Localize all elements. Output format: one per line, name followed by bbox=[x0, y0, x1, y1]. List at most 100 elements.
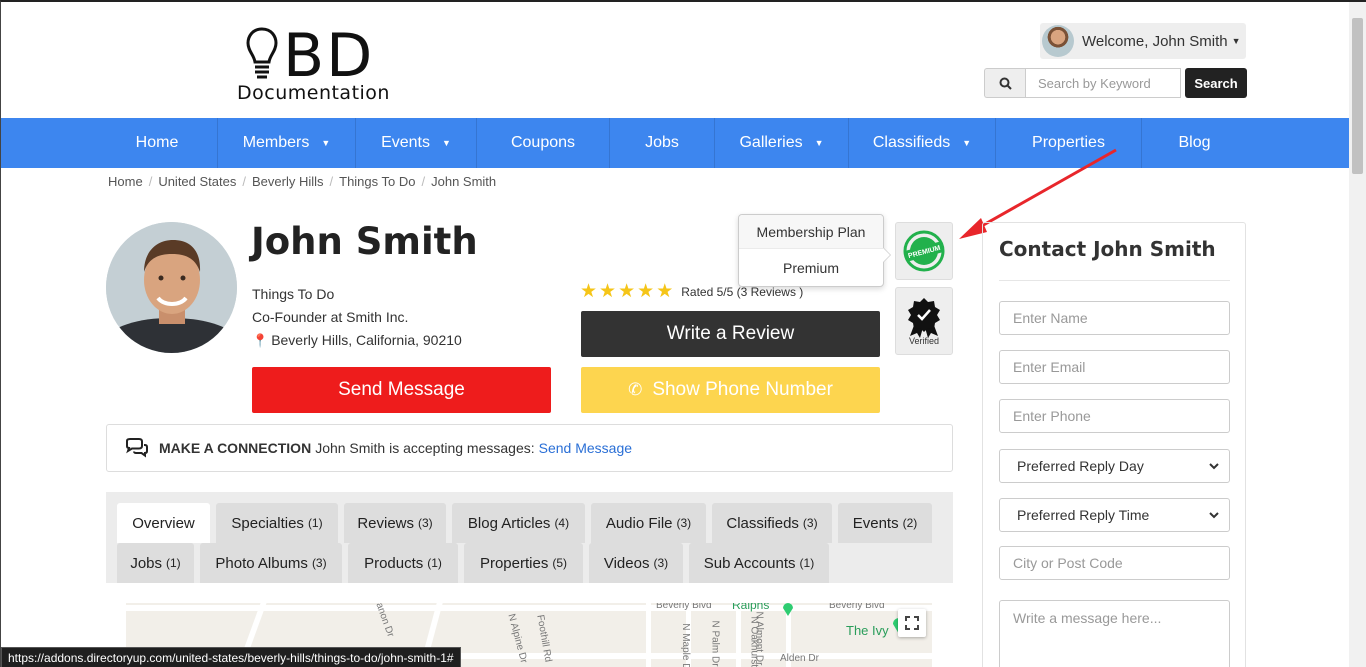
map-marker-icon bbox=[783, 603, 793, 616]
tab-audio-file[interactable]: Audio File (3) bbox=[591, 503, 706, 543]
scrollbar-thumb[interactable] bbox=[1352, 18, 1363, 174]
award-ribbon-icon bbox=[908, 298, 940, 338]
welcome-text: Welcome, John Smith bbox=[1082, 32, 1228, 50]
dropdown-arrow-icon: ▼ bbox=[962, 138, 972, 148]
map-road bbox=[736, 603, 741, 667]
tab-count: (3) bbox=[418, 516, 433, 530]
show-phone-label: Show Phone Number bbox=[652, 379, 833, 400]
tab-specialties[interactable]: Specialties (1) bbox=[216, 503, 338, 543]
nav-jobs[interactable]: Jobs bbox=[610, 118, 715, 168]
verified-badge[interactable]: Verified bbox=[895, 287, 953, 355]
tab-label: Blog Articles bbox=[467, 514, 551, 532]
nav-galleries[interactable]: Galleries ▼ bbox=[715, 118, 849, 168]
message-textarea[interactable]: Write a message here... bbox=[999, 600, 1230, 667]
connection-send-message-link[interactable]: Send Message bbox=[539, 440, 632, 456]
fullscreen-icon[interactable] bbox=[898, 609, 926, 637]
search-input[interactable]: Search by Keyword bbox=[1025, 68, 1181, 98]
tab-sub-accounts[interactable]: Sub Accounts (1) bbox=[689, 543, 829, 583]
tab-products[interactable]: Products (1) bbox=[348, 543, 458, 583]
page-scrollbar[interactable] bbox=[1349, 2, 1366, 667]
map-road bbox=[126, 605, 932, 611]
nav-members[interactable]: Members ▼ bbox=[218, 118, 356, 168]
avatar bbox=[1042, 25, 1074, 57]
tab-count: (5) bbox=[552, 556, 568, 570]
search-placeholder: Search by Keyword bbox=[1038, 75, 1151, 91]
map-label: Beverly Blvd bbox=[829, 603, 885, 611]
show-phone-button[interactable]: ✆ Show Phone Number bbox=[581, 367, 880, 413]
phone-placeholder: Enter Phone bbox=[1013, 408, 1091, 424]
phone-field[interactable]: Enter Phone bbox=[999, 399, 1230, 433]
profile-title: Co-Founder at Smith Inc. bbox=[252, 309, 409, 325]
breadcrumb: Home / United States / Beverly Hills / Thin… bbox=[108, 174, 496, 189]
tab-label: Sub Accounts bbox=[703, 554, 796, 572]
breadcrumb-city[interactable]: Beverly Hills bbox=[252, 174, 324, 189]
tab-events[interactable]: Events (2) bbox=[838, 503, 932, 543]
search-button[interactable]: Search bbox=[1185, 68, 1247, 98]
dropdown-arrow-icon: ▼ bbox=[442, 138, 451, 148]
breadcrumb-home[interactable]: Home bbox=[108, 174, 143, 189]
send-message-button[interactable]: Send Message bbox=[252, 367, 551, 413]
status-bar-url: https://addons.directoryup.com/united-st… bbox=[1, 647, 461, 667]
reply-day-select[interactable]: Preferred Reply Day bbox=[999, 449, 1230, 483]
profile-info: Things To Do Co-Founder at Smith Inc. 📍 B… bbox=[252, 283, 462, 352]
tab-jobs[interactable]: Jobs (1) bbox=[117, 543, 194, 583]
map-label: The Ivy bbox=[846, 623, 889, 638]
breadcrumb-separator: / bbox=[148, 174, 153, 189]
user-menu[interactable]: Welcome, John Smith ▼ bbox=[1040, 23, 1246, 59]
tab-count: (4) bbox=[554, 516, 570, 530]
contact-form: Contact John Smith Enter Name Enter Emai… bbox=[982, 222, 1246, 667]
tab-count: (1) bbox=[166, 556, 181, 570]
star-icon: ★ bbox=[599, 281, 617, 302]
breadcrumb-category[interactable]: Things To Do bbox=[339, 174, 415, 189]
chevron-down-icon bbox=[1209, 511, 1219, 518]
connection-text: John Smith is accepting messages: bbox=[315, 440, 535, 456]
tab-count: (1) bbox=[427, 556, 442, 570]
profile-category[interactable]: Things To Do bbox=[252, 283, 462, 306]
nav-blog[interactable]: Blog bbox=[1142, 118, 1247, 168]
nav-home[interactable]: Home bbox=[97, 118, 218, 168]
map-pin-icon: 📍 bbox=[252, 333, 269, 348]
breadcrumb-country[interactable]: United States bbox=[158, 174, 236, 189]
nav-home-label: Home bbox=[135, 134, 179, 151]
star-icon: ★ bbox=[637, 281, 655, 302]
nav-jobs-label: Jobs bbox=[645, 134, 679, 151]
tab-count: (3) bbox=[311, 556, 327, 570]
tab-classifieds[interactable]: Classifieds (3) bbox=[712, 503, 832, 543]
name-field[interactable]: Enter Name bbox=[999, 301, 1230, 335]
nav-classifieds[interactable]: Classifieds ▼ bbox=[849, 118, 996, 168]
site-logo[interactable]: BD Documentation bbox=[237, 24, 407, 106]
reply-time-select[interactable]: Preferred Reply Time bbox=[999, 498, 1230, 532]
lightbulb-icon bbox=[246, 27, 278, 79]
nav-properties[interactable]: Properties bbox=[996, 118, 1142, 168]
city-placeholder: City or Post Code bbox=[1013, 555, 1123, 571]
email-field[interactable]: Enter Email bbox=[999, 350, 1230, 384]
tab-count: (2) bbox=[902, 516, 918, 530]
nav-coupons[interactable]: Coupons bbox=[477, 118, 610, 168]
tab-properties[interactable]: Properties (5) bbox=[464, 543, 583, 583]
nav-events[interactable]: Events ▼ bbox=[356, 118, 477, 168]
city-field[interactable]: City or Post Code bbox=[999, 546, 1230, 580]
map-road bbox=[646, 603, 651, 667]
nav-properties-label: Properties bbox=[1032, 134, 1105, 151]
tab-label: Jobs bbox=[130, 554, 162, 572]
map-label: N Almont Dr bbox=[753, 611, 765, 666]
breadcrumb-separator: / bbox=[421, 174, 426, 189]
tooltip-title: Membership Plan bbox=[739, 215, 883, 249]
tab-label: Properties bbox=[479, 554, 549, 572]
search-bar: Search by Keyword Search bbox=[984, 68, 1247, 98]
search-icon[interactable] bbox=[984, 68, 1025, 98]
star-icon: ★ bbox=[618, 281, 636, 302]
profile-photo bbox=[106, 222, 237, 353]
write-review-button[interactable]: Write a Review bbox=[581, 311, 880, 357]
tab-overview[interactable]: Overview bbox=[117, 503, 210, 543]
tab-label: Audio File bbox=[605, 514, 673, 532]
tab-label: Overview bbox=[132, 514, 195, 532]
dropdown-arrow-icon: ▼ bbox=[321, 138, 331, 148]
tab-videos[interactable]: Videos (3) bbox=[589, 543, 683, 583]
phone-icon: ✆ bbox=[628, 380, 643, 399]
tab-count: (3) bbox=[676, 516, 692, 530]
tab-reviews[interactable]: Reviews (3) bbox=[344, 503, 446, 543]
tab-photo-albums[interactable]: Photo Albums (3) bbox=[200, 543, 342, 583]
tab-blog-articles[interactable]: Blog Articles (4) bbox=[452, 503, 585, 543]
premium-badge[interactable]: PREMIUM bbox=[895, 222, 953, 280]
